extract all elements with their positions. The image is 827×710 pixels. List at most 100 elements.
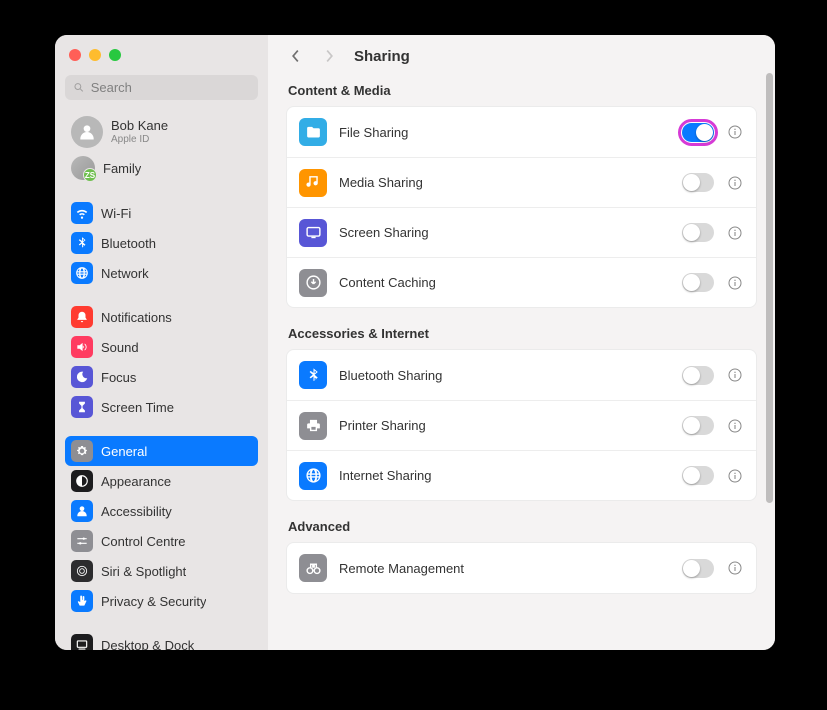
row-printer-sharing: Printer Sharing xyxy=(287,400,756,450)
sidebar-item-wifi[interactable]: Wi-Fi xyxy=(65,198,258,228)
sidebar-item-label: Siri & Spotlight xyxy=(101,564,186,579)
sidebar-item-label: Sound xyxy=(101,340,139,355)
section-card: Bluetooth Sharing Printer Sharing Intern… xyxy=(286,349,757,501)
bluetooth-icon xyxy=(71,232,93,254)
row-file-sharing: File Sharing xyxy=(287,107,756,157)
close-window-button[interactable] xyxy=(69,49,81,61)
family-avatar: ZS xyxy=(71,156,95,180)
info-button-remote-management[interactable] xyxy=(726,559,744,577)
moon-icon xyxy=(71,366,93,388)
window-controls xyxy=(55,35,268,69)
sidebar-item-label: Appearance xyxy=(101,474,171,489)
section-title: Accessories & Internet xyxy=(288,326,755,341)
search-field[interactable] xyxy=(65,75,258,100)
download-icon xyxy=(299,269,327,297)
row-label: Printer Sharing xyxy=(339,418,670,433)
appearance-icon xyxy=(71,470,93,492)
sidebar-item-family[interactable]: ZS Family xyxy=(65,152,258,184)
minimize-window-button[interactable] xyxy=(89,49,101,61)
folder-icon xyxy=(299,118,327,146)
info-button-content-caching[interactable] xyxy=(726,274,744,292)
sidebar-item-label: Notifications xyxy=(101,310,172,325)
sidebar-item-notifications[interactable]: Notifications xyxy=(65,302,258,332)
info-button-media-sharing[interactable] xyxy=(726,174,744,192)
section-title: Content & Media xyxy=(288,83,755,98)
user-sub: Apple ID xyxy=(111,134,168,146)
sidebar-item-general[interactable]: General xyxy=(65,436,258,466)
search-icon xyxy=(73,81,85,94)
sidebar: Bob Kane Apple ID ZS Family Wi-Fi Bluetoo… xyxy=(55,35,268,650)
sidebar-item-control-centre[interactable]: Control Centre xyxy=(65,526,258,556)
sidebar-item-label: Accessibility xyxy=(101,504,172,519)
info-button-file-sharing[interactable] xyxy=(726,123,744,141)
row-label: File Sharing xyxy=(339,125,670,140)
sidebar-item-label: Family xyxy=(103,161,141,176)
gear-icon xyxy=(71,440,93,462)
siri-icon xyxy=(71,560,93,582)
sidebar-item-label: Bluetooth xyxy=(101,236,156,251)
hourglass-icon xyxy=(71,396,93,418)
toggle-content-caching[interactable] xyxy=(682,273,714,292)
row-content-caching: Content Caching xyxy=(287,257,756,307)
toggle-file-sharing[interactable] xyxy=(682,123,714,142)
row-label: Screen Sharing xyxy=(339,225,670,240)
sidebar-item-label: Privacy & Security xyxy=(101,594,206,609)
row-internet-sharing: Internet Sharing xyxy=(287,450,756,500)
info-button-printer-sharing[interactable] xyxy=(726,417,744,435)
sidebar-item-siri[interactable]: Siri & Spotlight xyxy=(65,556,258,586)
row-remote-management: Remote Management xyxy=(287,543,756,593)
back-button[interactable] xyxy=(286,47,304,65)
sidebar-item-sound[interactable]: Sound xyxy=(65,332,258,362)
row-label: Internet Sharing xyxy=(339,468,670,483)
sliders-icon xyxy=(71,530,93,552)
dock-icon xyxy=(71,634,93,650)
screen-icon xyxy=(299,219,327,247)
sidebar-item-screen-time[interactable]: Screen Time xyxy=(65,392,258,422)
user-name: Bob Kane xyxy=(111,118,168,134)
sidebar-item-apple-id[interactable]: Bob Kane Apple ID xyxy=(65,112,258,152)
toggle-printer-sharing[interactable] xyxy=(682,416,714,435)
info-button-bluetooth-sharing[interactable] xyxy=(726,366,744,384)
sidebar-list: Bob Kane Apple ID ZS Family Wi-Fi Bluetoo… xyxy=(55,112,268,650)
row-label: Content Caching xyxy=(339,275,670,290)
content-pane: Sharing Content & Media File Sharing Med… xyxy=(268,35,775,650)
sidebar-item-focus[interactable]: Focus xyxy=(65,362,258,392)
info-button-internet-sharing[interactable] xyxy=(726,467,744,485)
sidebar-item-label: General xyxy=(101,444,147,459)
person-icon xyxy=(71,500,93,522)
row-label: Bluetooth Sharing xyxy=(339,368,670,383)
user-avatar xyxy=(71,116,103,148)
sidebar-item-label: Desktop & Dock xyxy=(101,638,194,651)
wifi-icon xyxy=(71,202,93,224)
toggle-media-sharing[interactable] xyxy=(682,173,714,192)
forward-button[interactable] xyxy=(320,47,338,65)
toggle-internet-sharing[interactable] xyxy=(682,466,714,485)
toggle-remote-management[interactable] xyxy=(682,559,714,578)
sidebar-item-bluetooth[interactable]: Bluetooth xyxy=(65,228,258,258)
section-card: File Sharing Media Sharing Screen Sharin… xyxy=(286,106,757,308)
sidebar-item-label: Wi-Fi xyxy=(101,206,131,221)
sidebar-item-accessibility[interactable]: Accessibility xyxy=(65,496,258,526)
fullscreen-window-button[interactable] xyxy=(109,49,121,61)
scrollbar-thumb[interactable] xyxy=(766,73,773,503)
toolbar: Sharing xyxy=(268,35,775,75)
info-button-screen-sharing[interactable] xyxy=(726,224,744,242)
row-label: Remote Management xyxy=(339,561,670,576)
printer-icon xyxy=(299,412,327,440)
toggle-screen-sharing[interactable] xyxy=(682,223,714,242)
binoculars-icon xyxy=(299,554,327,582)
section-title: Advanced xyxy=(288,519,755,534)
content-scroll[interactable]: Content & Media File Sharing Media Shari… xyxy=(268,75,775,650)
sidebar-item-appearance[interactable]: Appearance xyxy=(65,466,258,496)
hand-icon xyxy=(71,590,93,612)
search-input[interactable] xyxy=(91,80,250,95)
toggle-bluetooth-sharing[interactable] xyxy=(682,366,714,385)
sidebar-item-desktop-dock[interactable]: Desktop & Dock xyxy=(65,630,258,650)
bell-icon xyxy=(71,306,93,328)
globe-icon xyxy=(299,462,327,490)
sidebar-item-privacy[interactable]: Privacy & Security xyxy=(65,586,258,616)
speaker-icon xyxy=(71,336,93,358)
sidebar-item-network[interactable]: Network xyxy=(65,258,258,288)
media-icon xyxy=(299,169,327,197)
globe-icon xyxy=(71,262,93,284)
